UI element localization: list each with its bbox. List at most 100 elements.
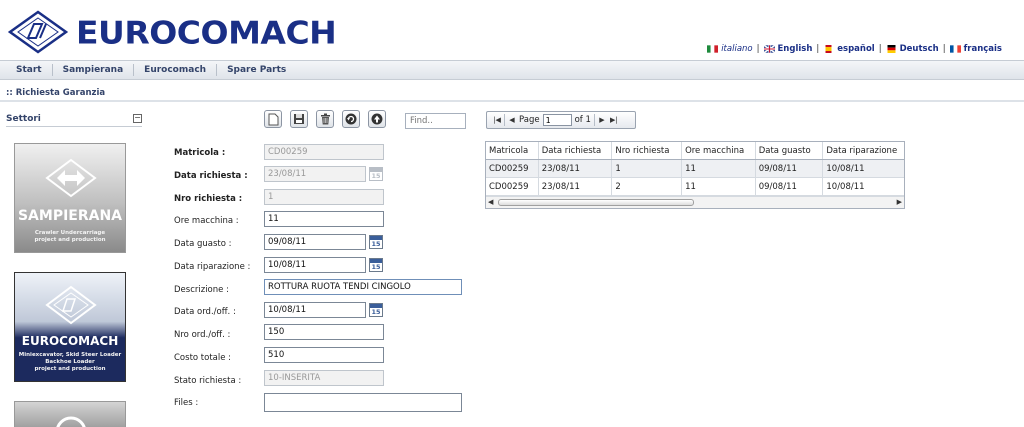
main-nav: Start Sampierana Eurocomach Spare Parts [0,60,1024,80]
lang-english[interactable]: English [763,44,813,54]
label-descrizione: Descrizione : [174,285,229,295]
column-header[interactable]: Ore macchina [682,142,756,159]
table-row[interactable]: CD00259 23/08/11 1 11 09/08/11 10/08/11 [486,160,904,178]
refresh-button[interactable] [342,110,360,128]
upload-button[interactable] [368,110,386,128]
lang-label: italiano [721,44,753,54]
calendar-day: 15 [371,308,381,316]
table-cell: 1 [612,160,683,177]
scroll-left-icon[interactable]: ◀ [488,198,493,206]
column-header[interactable]: Nro richiesta [612,142,683,159]
flag-uk-icon [763,45,775,53]
third-brand-card[interactable] [14,401,126,427]
files-field[interactable] [264,393,462,412]
brand-logo[interactable]: EUROCOMACH [8,10,337,54]
data-riparazione-field[interactable]: 10/08/11 [264,257,366,273]
stato-richiesta-field[interactable]: 10-INSERITA [264,370,384,386]
card-subtitle-line: Miniexcavator, Skid Steer Loader [18,352,122,358]
first-page-icon[interactable]: |◀ [493,116,501,124]
page-input[interactable] [542,114,572,126]
new-button[interactable] [264,110,282,128]
lang-francais[interactable]: français [949,44,1002,54]
label-matricola: Matricola : [174,148,226,158]
scroll-right-icon[interactable]: ▶ [897,198,902,206]
table-cell: 2 [612,178,683,195]
next-page-icon[interactable]: ▶ [598,116,606,124]
separator [504,114,505,126]
page-label: Page [519,115,540,125]
lang-italiano[interactable]: italiano [707,44,753,54]
matricola-field[interactable]: CD00259 [264,144,384,160]
ore-macchina-field[interactable]: 11 [264,211,384,227]
brand-mark-icon [8,10,68,54]
scrollbar-thumb[interactable] [498,199,694,206]
horizontal-scrollbar[interactable]: ◀ ▶ [486,196,904,208]
grid-pager: |◀ ◀ Page of 1 ▶ ▶| [486,111,636,129]
table-cell: 23/08/11 [539,178,613,195]
lang-espanol[interactable]: español [823,44,875,54]
nav-start[interactable]: Start [6,64,53,76]
separator: | [942,44,946,54]
prev-page-icon[interactable]: ◀ [508,116,516,124]
lang-label: English [777,44,813,54]
lang-deutsch[interactable]: Deutsch [886,44,939,54]
save-button[interactable] [290,110,308,128]
data-ord-field[interactable]: 10/08/11 [264,302,366,318]
table-cell: 10/08/11 [826,163,865,174]
flag-spain-icon [825,45,832,53]
calendar-icon[interactable]: 15 [369,258,383,272]
brand-name: EUROCOMACH [76,13,337,51]
table-cell: CD00259 [486,160,539,177]
page-count: of 1 [574,115,591,125]
table-cell: 11 [682,178,756,195]
separator: | [878,44,882,54]
flag-france-icon [949,45,961,53]
label-nro-ord: Nro ord./off. : [174,330,231,340]
lang-label: Deutsch [899,44,939,54]
data-guasto-field[interactable]: 09/08/11 [264,234,366,250]
sampierana-card[interactable]: SAMPIERANA Crawler Undercarriage project… [14,143,126,253]
nav-eurocomach[interactable]: Eurocomach [134,64,218,76]
sidebar-title: Settori [6,113,41,124]
eurocomach-logo-icon [45,285,97,325]
separator [593,114,595,126]
nro-ord-field[interactable]: 150 [264,324,384,340]
calendar-icon[interactable]: 15 [369,235,383,249]
calendar-icon[interactable]: 15 [369,167,383,181]
table-row[interactable]: CD00259 23/08/11 2 11 09/08/11 10/08/11 [486,178,904,196]
label-ore-macchina: Ore macchina : [174,216,239,226]
nav-sampierana[interactable]: Sampierana [53,64,135,76]
label-costo-totale: Costo totale : [174,353,232,363]
breadcrumb: :: Richiesta Garanzia [6,88,106,98]
delete-button[interactable] [316,110,334,128]
column-header[interactable]: Matricola [486,142,539,159]
column-header[interactable]: Data guasto [756,142,824,159]
table-cell: 09/08/11 [756,178,824,195]
nro-richiesta-field[interactable]: 1 [264,189,384,205]
eurocomach-card[interactable]: EUROCOMACH Miniexcavator, Skid Steer Loa… [14,272,126,382]
grid-header: Matricola Data richiesta Nro richiesta O… [486,142,904,160]
table-cell: 23/08/11 [539,160,613,177]
calendar-day: 15 [371,240,381,248]
language-selector: italiano | English | español | Deutsch |… [707,44,1002,54]
flag-germany-icon [887,45,896,53]
costo-totale-field[interactable]: 510 [264,347,384,363]
column-header[interactable]: Data riparazione [823,142,904,159]
separator: | [816,44,820,54]
divider [0,100,1024,102]
arrow-up-icon [371,113,383,125]
data-richiesta-field[interactable]: 23/08/11 [264,166,366,182]
search-input[interactable] [405,113,466,129]
card-subtitle-line: Backhoe Loader [45,359,95,365]
sampierana-logo-icon [45,158,97,198]
descrizione-field[interactable]: ROTTURA RUOTA TENDI CINGOLO [264,279,462,295]
card-subtitle-line: project and production [34,366,106,372]
last-page-icon[interactable]: ▶| [610,116,618,124]
label-data-guasto: Data guasto : [174,239,232,249]
lang-label: español [837,44,875,54]
calendar-icon[interactable]: 15 [369,303,383,317]
collapse-icon[interactable]: − [133,114,142,123]
table-cell: 10/08/11 [826,181,865,192]
column-header[interactable]: Data richiesta [539,142,613,159]
nav-spare-parts[interactable]: Spare Parts [217,64,296,76]
